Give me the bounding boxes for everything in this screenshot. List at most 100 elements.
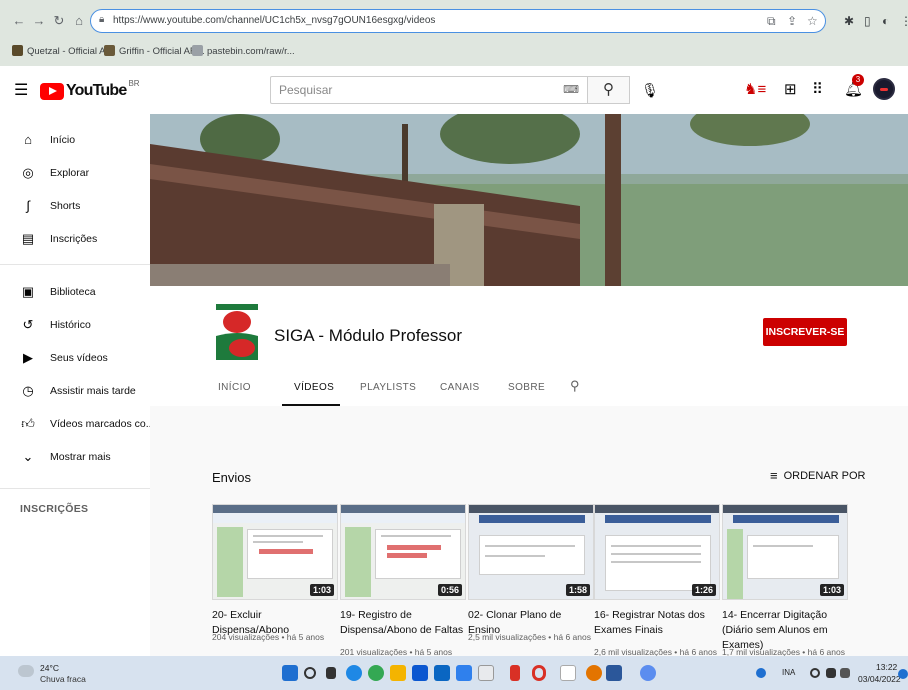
wifi-icon[interactable] (810, 668, 820, 678)
youtube-logo[interactable]: YouTube BR (40, 79, 140, 100)
weather-cloud-icon[interactable] (18, 665, 34, 677)
tab-playlists[interactable]: PLAYLISTS (360, 382, 416, 393)
clock-time[interactable]: 13:22 (876, 662, 897, 672)
keyboard-icon[interactable]: ⌨ (563, 83, 579, 96)
word-icon[interactable] (606, 665, 622, 681)
task-view-icon[interactable] (326, 667, 336, 679)
video-title[interactable]: 19- Registro de Dispensa/Abono de Faltas (340, 608, 466, 638)
file-explorer-icon[interactable] (390, 665, 406, 681)
app-icon[interactable] (456, 665, 472, 681)
video-duration: 1:26 (691, 584, 716, 596)
sidebar-item-biblioteca[interactable]: ▣ Biblioteca (0, 276, 150, 309)
your-videos-icon: ▶ (23, 350, 33, 365)
app-icon[interactable] (640, 665, 656, 681)
store-icon[interactable] (412, 665, 428, 681)
sidebar-item-videos-marcados[interactable]: 👍︎ Vídeos marcados co... (0, 408, 154, 441)
subscribe-button[interactable]: INSCREVER-SE (763, 318, 847, 346)
video-card[interactable]: 1:03 20- Excluir Dispensa/Abono 204 visu… (212, 504, 338, 656)
input-language-indicator[interactable]: INA (782, 668, 795, 677)
channel-badge-icon[interactable]: ♞≡ (744, 80, 766, 98)
sort-button[interactable]: ≡ ORDENAR POR (770, 468, 866, 483)
url-text[interactable]: https://www.youtube.com/channel/UC1ch5x_… (113, 15, 435, 26)
install-app-icon[interactable]: ⧉ (767, 14, 776, 29)
back-icon[interactable]: ← (10, 12, 28, 30)
opera-browser-icon[interactable] (532, 665, 546, 681)
chrome-browser-icon[interactable] (368, 665, 384, 681)
video-card[interactable]: 1:03 14- Encerrar Digitação (Diário sem … (722, 504, 848, 656)
menu-icon[interactable]: ⋮ (900, 14, 908, 28)
create-video-icon[interactable]: ⊞ (784, 80, 797, 98)
video-thumbnail[interactable]: 1:58 (468, 504, 594, 600)
start-windows-icon[interactable] (282, 665, 298, 681)
notepad-icon[interactable] (560, 665, 576, 681)
clock-date[interactable]: 03/04/2022 (858, 674, 901, 684)
bookmark-star-icon[interactable]: ☆ (807, 14, 818, 28)
video-card[interactable]: 1:26 16- Registrar Notas dos Exames Fina… (594, 504, 720, 656)
video-title[interactable]: 16- Registrar Notas dos Exames Finais (594, 608, 720, 638)
banner-scene-image (150, 114, 908, 286)
lock-icon: 🔒︎ (99, 14, 105, 25)
sidebar-item-assistir-mais-tarde[interactable]: ◷ Assistir mais tarde (0, 375, 150, 408)
video-thumbnail[interactable]: 1:03 (722, 504, 848, 600)
video-thumbnail[interactable]: 1:03 (212, 504, 338, 600)
edge-browser-icon[interactable] (346, 665, 362, 681)
reload-icon[interactable]: ↻ (50, 12, 68, 30)
sidebar-item-shorts[interactable]: ∫ Shorts (0, 190, 150, 223)
search-button[interactable]: ⚲ (588, 76, 630, 104)
browser-chrome: ← → ↻ ⌂ 🔒︎ https://www.youtube.com/chann… (0, 0, 908, 66)
voice-search-button[interactable]: 🎙︎ (638, 78, 662, 102)
channel-search-icon[interactable]: ⚲ (570, 378, 580, 394)
account-avatar[interactable] (873, 78, 895, 100)
tab-videos[interactable]: VÍDEOS (294, 382, 334, 393)
tab-canais[interactable]: CANAIS (440, 382, 480, 393)
apps-grid-icon[interactable]: ⠿ (812, 80, 823, 98)
sidebar-item-inscricoes[interactable]: ▤ Inscrições (0, 223, 150, 256)
sidebar-divider (0, 488, 150, 489)
volume-icon[interactable] (826, 668, 836, 678)
youtube-header: ☰ YouTubeBR ⌨ ⚲ 🎙︎ ♞≡ ⊞ ⠿ 🔔︎ 3 (0, 66, 908, 114)
sidebar-item-mostrar-mais[interactable]: ⌄ Mostrar mais (0, 441, 150, 474)
search-input[interactable] (271, 77, 561, 103)
watch-later-icon: ◷ (22, 383, 34, 398)
search-taskbar-icon[interactable] (304, 667, 316, 679)
mail-icon[interactable] (434, 665, 450, 681)
bookmark-item[interactable]: Quetzal - Official A... (12, 45, 113, 57)
sidebar-item-inicio[interactable]: ⌂ Início (0, 124, 150, 157)
onedrive-icon[interactable] (756, 668, 766, 678)
forward-icon[interactable]: → (30, 12, 48, 30)
channel-header: SIGA - Módulo Professor INSCREVER-SE INÍ… (150, 286, 908, 406)
channel-avatar-logo[interactable] (216, 304, 258, 360)
home-button-icon[interactable]: ⌂ (70, 12, 88, 30)
library-icon: ▣ (21, 284, 35, 299)
video-thumbnail[interactable]: 0:56 (340, 504, 466, 600)
sidebar-item-seus-videos[interactable]: ▶ Seus vídeos (0, 342, 150, 375)
notification-center-icon[interactable] (898, 669, 908, 679)
bookmark-favicon-icon (104, 45, 115, 56)
bookmark-item[interactable]: pastebin.com/raw/r... (192, 45, 295, 57)
extensions-icon[interactable]: ✱ (844, 14, 854, 28)
app-icon[interactable] (586, 665, 602, 681)
sidebar-item-explorar[interactable]: ◎ Explorar (0, 157, 150, 190)
chevron-down-icon: ⌄ (22, 449, 34, 464)
hamburger-menu-icon[interactable]: ☰ (14, 80, 28, 100)
weather-description[interactable]: Chuva fraca (40, 674, 86, 684)
side-panel-icon[interactable]: ▯ (864, 14, 871, 28)
address-bar[interactable]: 🔒︎ https://www.youtube.com/channel/UC1ch… (90, 9, 826, 33)
tab-inicio[interactable]: INÍCIO (218, 382, 251, 393)
weather-temperature[interactable]: 24°C (40, 663, 59, 673)
tab-sobre[interactable]: SOBRE (508, 382, 545, 393)
profile-icon[interactable]: ◐ (882, 14, 889, 28)
video-card[interactable]: 1:58 02- Clonar Plano de Ensino 2,5 mil … (468, 504, 594, 656)
bookmark-item[interactable]: Griffin - Official AR... (104, 45, 205, 57)
battery-icon[interactable] (840, 668, 850, 678)
videos-section: Envios ≡ ORDENAR POR 1:03 20- Excluir Dis… (150, 406, 908, 656)
subscriptions-section-title: INSCRIÇÕES (20, 503, 89, 515)
sidebar-item-historico[interactable]: ↺ Histórico (0, 309, 150, 342)
app-icon[interactable] (478, 665, 494, 681)
sort-icon: ≡ (770, 468, 778, 483)
video-thumbnail[interactable]: 1:26 (594, 504, 720, 600)
video-card[interactable]: 0:56 19- Registro de Dispensa/Abono de F… (340, 504, 466, 656)
app-icon[interactable] (510, 665, 520, 681)
share-icon[interactable]: ⇪ (787, 14, 797, 28)
video-duration: 1:03 (819, 584, 844, 596)
